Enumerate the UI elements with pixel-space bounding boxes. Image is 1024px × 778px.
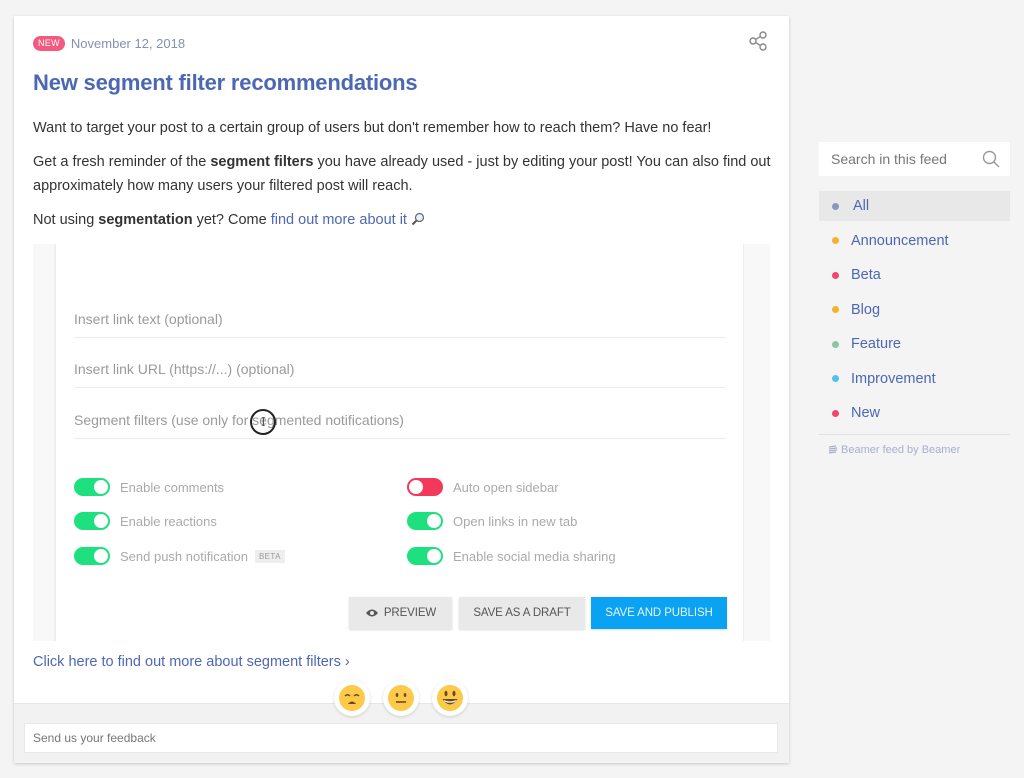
post-body: Want to target your post to a certain gr… <box>33 116 773 242</box>
sidebar-divider <box>819 434 1010 435</box>
toggle-label: Open links in new tab <box>453 513 578 529</box>
toggle-enable-comments: Enable comments <box>74 478 224 496</box>
sidebar: All Announcement Beta Blog Feature Impro… <box>819 142 1010 456</box>
category-improvement[interactable]: Improvement <box>819 364 1010 394</box>
category-dot-icon <box>832 306 839 313</box>
embedded-screenshot: Insert link text (optional) Insert link … <box>33 244 770 641</box>
text: Not using <box>33 212 99 228</box>
text: yet? Come <box>192 212 271 228</box>
beamer-logo-icon <box>828 445 838 454</box>
link-url-field[interactable]: Insert link URL (https://...) (optional) <box>74 361 726 388</box>
category-label: All <box>853 198 870 214</box>
share-icon[interactable] <box>748 30 770 52</box>
happy-face-icon <box>437 685 463 711</box>
find-out-more-link[interactable]: find out more about it <box>271 212 407 228</box>
category-label: New <box>851 405 881 421</box>
category-dot-icon <box>832 409 839 417</box>
toggle-label: Enable reactions <box>120 513 217 529</box>
category-all[interactable]: All <box>819 191 1010 221</box>
text: Get a fresh reminder of the <box>33 154 211 170</box>
embed-right-panel <box>743 244 770 641</box>
toggle-label: Auto open sidebar <box>453 479 559 495</box>
toggle-switch[interactable] <box>74 512 110 530</box>
paragraph-1: Want to target your post to a certain gr… <box>33 120 712 136</box>
category-dot-icon <box>832 237 839 244</box>
button-label: PREVIEW <box>383 607 437 619</box>
toggle-label: Enable comments <box>120 479 225 495</box>
category-announcement[interactable]: Announcement <box>819 226 1010 256</box>
feedback-input[interactable] <box>24 723 778 753</box>
category-dot-icon <box>832 340 839 348</box>
toggle-auto-open-sidebar: Auto open sidebar <box>407 478 559 496</box>
new-badge: NEW <box>33 36 65 51</box>
toggle-switch[interactable] <box>74 547 110 565</box>
search-icon[interactable] <box>982 150 1000 168</box>
post-title: New segment filter recommendations <box>33 70 418 95</box>
bold-text: segment filters <box>210 154 314 170</box>
powered-by-link[interactable]: Beamer feed by Beamer <box>819 444 1010 456</box>
chevron-right-icon: › <box>344 654 350 670</box>
toggle-switch[interactable] <box>74 478 110 496</box>
neutral-face-icon <box>388 685 414 711</box>
category-dot-icon <box>832 271 839 279</box>
toggle-switch[interactable] <box>407 512 443 530</box>
category-label: Announcement <box>851 232 949 249</box>
category-beta[interactable]: Beta <box>819 260 1010 290</box>
category-label: Beta <box>851 267 881 283</box>
powered-by-text: Beamer feed by Beamer <box>841 444 961 456</box>
search-box <box>819 142 1010 176</box>
link-text: Click here to find out more about segmen… <box>33 654 341 670</box>
paragraph-2: Get a fresh reminder of the segment filt… <box>33 150 773 198</box>
beta-tag: BETA <box>254 549 285 563</box>
category-dot-icon <box>832 375 839 382</box>
toggle-label: Send push notification <box>120 548 248 564</box>
embed-left-panel <box>33 244 56 641</box>
toggle-switch[interactable] <box>407 478 443 496</box>
paragraph-3: Not using segmentation yet? Come find ou… <box>33 208 773 232</box>
search-input[interactable] <box>819 142 969 176</box>
category-label: Feature <box>851 336 901 352</box>
category-label: Improvement <box>851 370 936 387</box>
segment-filters-more-link[interactable]: Click here to find out more about segmen… <box>33 654 350 670</box>
text-cursor-icon: I <box>261 415 266 429</box>
toggle-label: Enable social media sharing <box>453 548 616 564</box>
preview-button[interactable]: PREVIEW <box>349 597 452 629</box>
category-label: Blog <box>851 301 881 318</box>
sad-face-icon <box>339 685 365 711</box>
link-text-field[interactable]: Insert link text (optional) <box>74 311 726 338</box>
save-publish-button[interactable]: SAVE AND PUBLISH <box>591 597 727 629</box>
segment-filters-field[interactable]: Segment filters (use only for segmented … <box>74 412 726 439</box>
toggle-social-sharing: Enable social media sharing <box>407 547 616 565</box>
save-draft-button[interactable]: SAVE AS A DRAFT <box>459 597 585 629</box>
reaction-sad[interactable] <box>334 680 370 716</box>
reaction-happy[interactable] <box>432 680 468 716</box>
reactions <box>334 680 481 716</box>
toggle-open-links-new-tab: Open links in new tab <box>407 512 577 530</box>
category-blog[interactable]: Blog <box>819 295 1010 325</box>
magnifier-icon <box>411 210 425 226</box>
category-new[interactable]: New <box>819 398 1010 428</box>
bold-text: segmentation <box>98 212 193 228</box>
post-header: NEW November 12, 2018 <box>33 36 185 51</box>
toggle-push-notification: Send push notification BETA <box>74 547 285 565</box>
reaction-neutral[interactable] <box>383 680 419 716</box>
toggle-enable-reactions: Enable reactions <box>74 512 217 530</box>
category-list: All Announcement Beta Blog Feature Impro… <box>819 191 1010 428</box>
post-card: NEW November 12, 2018 New segment filter… <box>14 16 789 763</box>
eye-icon <box>365 609 378 617</box>
category-feature[interactable]: Feature <box>819 329 1010 359</box>
toggle-switch[interactable] <box>407 547 443 565</box>
category-dot-icon <box>832 202 839 210</box>
post-date: November 12, 2018 <box>70 36 186 51</box>
